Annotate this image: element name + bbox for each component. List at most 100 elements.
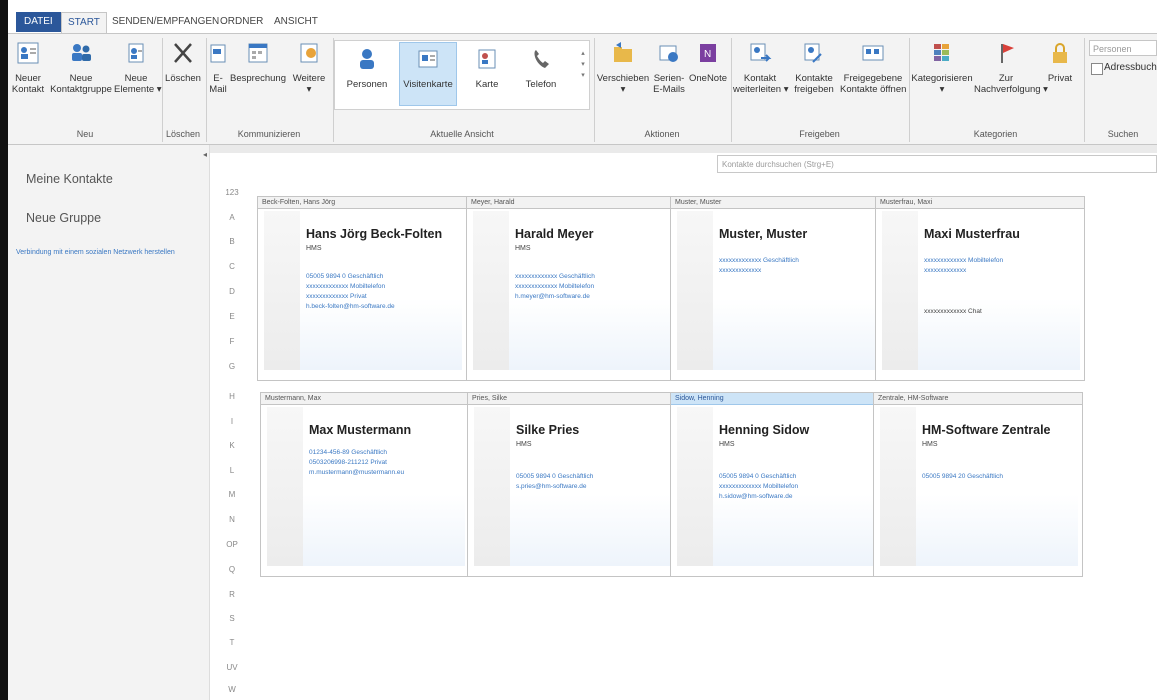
view-card-button[interactable]: Karte [461, 46, 513, 90]
alpha-index-n[interactable]: N [225, 515, 239, 524]
alpha-index-g[interactable]: G [225, 362, 239, 371]
alpha-index-i[interactable]: I [225, 417, 239, 426]
forward-contact-label-1: Kontakt [743, 73, 777, 84]
alpha-index-c[interactable]: C [225, 262, 239, 271]
serial-mail-label-2: E-Mails [653, 84, 685, 95]
contact-phone-business: 05005 9894 0 Geschäftlich [306, 273, 384, 280]
onenote-icon: N [700, 44, 716, 62]
onenote-button[interactable]: N OneNote [688, 40, 728, 84]
delete-button[interactable]: Löschen [165, 40, 201, 84]
email-button[interactable]: E- Mail [208, 40, 228, 95]
alpha-index-q[interactable]: Q [225, 565, 239, 574]
delete-label: Löschen [165, 73, 201, 84]
new-contact-group-button[interactable]: Neue Kontaktgruppe [50, 40, 112, 95]
alpha-index-m[interactable]: M [225, 490, 239, 499]
more-label-2: ▾ [306, 84, 312, 95]
serial-mail-button[interactable]: Serien- E-Mails [651, 40, 687, 95]
contact-card[interactable]: Muster, Muster Muster, Muster xxxxxxxxxx… [670, 196, 880, 381]
new-contact-label-2: Kontakt [11, 84, 45, 95]
email-label-2: Mail [209, 84, 227, 95]
open-shared-contacts-button[interactable]: Freigegebene Kontakte öffnen [840, 40, 906, 95]
address-book-checkbox[interactable] [1091, 63, 1103, 75]
nav-my-contacts[interactable]: Meine Kontakte [26, 172, 113, 186]
meeting-button[interactable]: Besprechung [230, 40, 286, 84]
share-contacts-label-2: freigeben [794, 84, 834, 95]
alpha-index-h[interactable]: H [225, 392, 239, 401]
tab-ordner[interactable]: ORDNER [214, 12, 269, 32]
contact-card[interactable]: Beck-Folten, Hans Jörg Hans Jörg Beck-Fo… [257, 196, 467, 381]
share-contacts-button[interactable]: Kontakte freigeben [789, 40, 839, 95]
view-gallery-scroll[interactable]: ▴ ▾ ▾ [578, 48, 588, 81]
alpha-index-f[interactable]: F [225, 337, 239, 346]
contact-company: HMS [515, 245, 531, 252]
view-people-button[interactable]: Personen [339, 46, 395, 90]
social-network-link[interactable]: Verbindung mit einem sozialen Netzwerk h… [16, 249, 175, 256]
alpha-index-l[interactable]: L [225, 466, 239, 475]
move-button[interactable]: Verschieben ▾ [596, 40, 650, 95]
contact-card[interactable]: Pries, Silke Silke Pries HMS 05005 9894 … [467, 392, 677, 577]
collapse-arrow-icon[interactable]: ◂ [203, 150, 207, 159]
private-label: Privat [1047, 73, 1073, 84]
alpha-index-w[interactable]: W [225, 685, 239, 694]
group-label-aktionen: Aktionen [644, 129, 680, 139]
view-phone-button[interactable]: Telefon [515, 46, 567, 90]
alpha-index-s[interactable]: S [225, 614, 239, 623]
more-icon [300, 43, 318, 63]
window-frame-left [0, 0, 8, 700]
alpha-index-op[interactable]: OP [225, 540, 239, 549]
contact-email[interactable]: h.beck-folten@hm-software.de [306, 303, 395, 310]
search-contacts-input[interactable]: Kontakte durchsuchen (Strg+E) [717, 155, 1157, 173]
nav-new-group[interactable]: Neue Gruppe [26, 211, 101, 225]
search-people-input[interactable]: Personen suchen [1089, 40, 1157, 56]
alpha-index-r[interactable]: R [225, 590, 239, 599]
contact-card-icon [17, 42, 39, 64]
contact-name: Hans Jörg Beck-Folten [306, 227, 443, 241]
view-business-card-button[interactable]: Visitenkarte [399, 46, 457, 90]
contact-card[interactable]: Musterfrau, Maxi Maxi Musterfrau xxxxxxx… [875, 196, 1085, 381]
tab-senden-empfangen[interactable]: SENDEN/EMPFANGEN [106, 12, 225, 32]
contact-card[interactable]: Meyer, Harald Harald Meyer HMS xxxxxxxxx… [466, 196, 676, 381]
new-contact-button[interactable]: Neuer Kontakt [10, 40, 46, 95]
tab-ansicht[interactable]: ANSICHT [268, 12, 324, 32]
alpha-index-b[interactable]: B [225, 237, 239, 246]
contact-detail: xxxxxxxxxxxxx [924, 267, 967, 274]
contact-email[interactable]: m.mustermann@mustermann.eu [309, 469, 404, 476]
move-label-1: Verschieben [596, 73, 650, 84]
contact-phone-business: xxxxxxxxxxxxx Geschäftlich [515, 273, 595, 280]
more-button[interactable]: Weitere ▾ [287, 40, 331, 95]
contact-card[interactable]: Zentrale, HM-Software HM-Software Zentra… [873, 392, 1083, 577]
address-book-label[interactable]: Adressbuch [1104, 62, 1157, 73]
contact-name: Max Mustermann [309, 423, 412, 437]
contact-email[interactable]: h.meyer@hm-software.de [515, 293, 590, 300]
contact-email[interactable]: h.sidow@hm-software.de [719, 493, 792, 500]
alpha-index-d[interactable]: D [225, 287, 239, 296]
contact-company: HMS [922, 441, 938, 448]
forward-contact-button[interactable]: Kontakt weiterleiten ▾ [733, 40, 788, 95]
followup-button[interactable]: Zur Nachverfolgung ▾ [974, 40, 1048, 95]
contact-name: Silke Pries [516, 423, 580, 437]
contact-photo-placeholder [677, 407, 714, 566]
contact-card-selected[interactable]: Sidow, Henning Henning Sidow HMS 05005 9… [670, 392, 880, 577]
view-business-card-label: Visitenkarte [403, 79, 453, 90]
alpha-index-t[interactable]: T [225, 638, 239, 647]
card-header: Muster, Muster [671, 197, 879, 209]
contact-company: HMS [719, 441, 735, 448]
contact-photo-placeholder [264, 211, 301, 370]
alpha-index-e[interactable]: E [225, 312, 239, 321]
private-button[interactable]: Privat [1040, 40, 1080, 84]
card-header: Pries, Silke [468, 393, 676, 405]
contact-email[interactable]: s.pries@hm-software.de [516, 483, 587, 490]
contact-name: Muster, Muster [719, 227, 808, 241]
new-items-button[interactable]: Neue Elemente ▾ [114, 40, 162, 95]
card-header: Sidow, Henning [671, 393, 879, 405]
alpha-index-uv[interactable]: UV [225, 663, 239, 672]
contact-card[interactable]: Mustermann, Max Max Mustermann 01234-456… [260, 392, 470, 577]
categorize-button[interactable]: Kategorisieren ▾ [911, 40, 973, 95]
tab-start[interactable]: START [61, 12, 107, 34]
view-people-label: Personen [346, 79, 388, 90]
contact-photo-placeholder [474, 407, 511, 566]
alpha-index-a[interactable]: A [225, 213, 239, 222]
alpha-index-k[interactable]: K [225, 441, 239, 450]
alpha-index-123[interactable]: 123 [225, 188, 239, 197]
tab-datei[interactable]: DATEI [16, 12, 61, 32]
